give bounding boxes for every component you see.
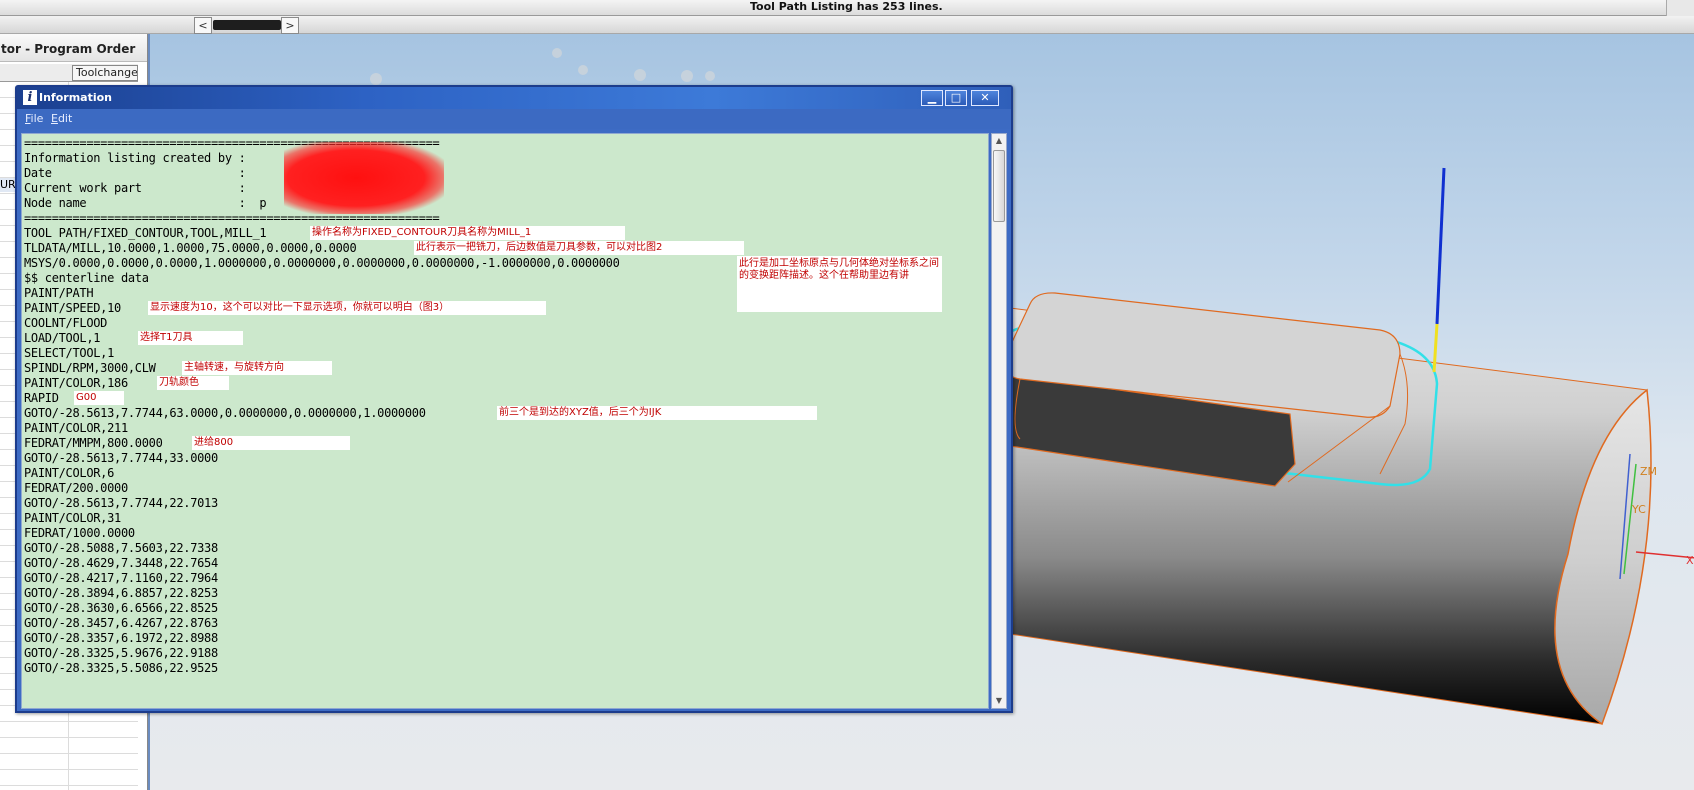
menu-edit[interactable]: Edit: [51, 112, 72, 125]
listing-line: Date :: [24, 166, 246, 180]
listing-scroll-thumb[interactable]: [993, 150, 1005, 222]
listing-line: PAINT/COLOR,31: [24, 511, 121, 525]
listing-line: PAINT/COLOR,6: [24, 466, 115, 480]
info-icon: i: [23, 90, 37, 105]
listing-line: GOTO/-28.5613,7.7744,63.0000,0.0000000,0…: [24, 406, 426, 420]
scroll-right-button[interactable]: >: [281, 17, 299, 34]
info-menubar: File Edit: [17, 109, 1011, 129]
navigator-title: tor - Program Order: [0, 34, 147, 62]
listing-line: Information listing created by :: [24, 151, 246, 165]
annotation-rapid: G00: [74, 391, 124, 405]
annotation-tool-data: 此行表示一把铣刀，后边数值是刀具参数，可以对比图2: [414, 241, 744, 255]
listing-line: GOTO/-28.3630,6.6566,22.8525: [24, 601, 218, 615]
listing-line: PAINT/COLOR,211: [24, 421, 128, 435]
horizontal-scrollbar[interactable]: < >: [0, 16, 1694, 34]
listing-line: SELECT/TOOL,1: [24, 346, 115, 360]
listing-line: $$ centerline data: [24, 271, 149, 285]
listing-line: GOTO/-28.3325,5.5086,22.9525: [24, 661, 218, 675]
navigator-column-header: Toolchange: [0, 64, 138, 82]
listing-line: GOTO/-28.5613,7.7744,22.7013: [24, 496, 218, 510]
listing-line: LOAD/TOOL,1: [24, 331, 101, 345]
scroll-thumb[interactable]: [213, 20, 281, 30]
zm-axis-label: ZM: [1640, 465, 1657, 478]
listing-line: FEDRAT/1000.0000: [24, 526, 135, 540]
listing-line: GOTO/-28.4217,7.1160,22.7964: [24, 571, 218, 585]
listing-line: COOLNT/FLOOD: [24, 316, 108, 330]
listing-line: GOTO/-28.5613,7.7744,33.0000: [24, 451, 218, 465]
scroll-up-arrow-icon[interactable]: ▲: [992, 134, 1006, 148]
z-axis-blue: [1435, 167, 1446, 325]
redaction-scribble: [284, 142, 444, 214]
listing-line: SPINDL/RPM,3000,CLW: [24, 361, 156, 375]
annotation-color: 刀轨颜色: [157, 376, 229, 390]
listing-line: GOTO/-28.5088,7.5603,22.7338: [24, 541, 218, 555]
status-corner-box: [1666, 0, 1694, 16]
close-button[interactable]: ✕: [971, 90, 999, 106]
listing-line: PAINT/SPEED,10: [24, 301, 121, 315]
annotation-select-tool: 选择T1刀具: [138, 331, 243, 345]
information-window[interactable]: i Information ▁ □ ✕ File Edit ==========…: [15, 85, 1013, 713]
listing-line: GOTO/-28.3457,6.4267,22.8763: [24, 616, 218, 630]
listing-line: TLDATA/MILL,10.0000,1.0000,75.0000,0.000…: [24, 241, 357, 255]
annotation-msys: 此行是加工坐标原点与几何体绝对坐标系之间的变换距阵描述。这个在帮助里边有讲: [737, 256, 942, 312]
annotation-feedrate: 进给800: [192, 436, 350, 450]
listing-line: PAINT/COLOR,186: [24, 376, 128, 390]
listing-vertical-scrollbar[interactable]: ▲ ▼: [991, 133, 1007, 709]
listing-line: Node name : p: [24, 196, 267, 210]
listing-line: MSYS/0.0000,0.0000,0.0000,1.0000000,0.00…: [24, 256, 620, 270]
listing-line: RAPID: [24, 391, 59, 405]
tool-path-listing[interactable]: ========================================…: [21, 133, 989, 709]
listing-line: GOTO/-28.3894,6.8857,22.8253: [24, 586, 218, 600]
listing-line: FEDRAT/200.0000: [24, 481, 128, 495]
listing-line: FEDRAT/MMPM,800.0000: [24, 436, 163, 450]
annotation-spindle: 主轴转速，与旋转方向: [182, 361, 332, 375]
info-window-title: Information: [39, 91, 112, 104]
status-text: Tool Path Listing has 253 lines.: [750, 0, 943, 13]
listing-line: Current work part :: [24, 181, 246, 195]
xm-axis-label: XM: [1686, 554, 1694, 567]
status-bar: Tool Path Listing has 253 lines.: [0, 0, 1694, 16]
menu-file[interactable]: File: [25, 112, 43, 125]
yc-axis-label: YC: [1631, 503, 1646, 516]
info-window-titlebar[interactable]: i Information ▁ □ ✕: [17, 87, 1011, 109]
listing-line: GOTO/-28.4629,7.3448,22.7654: [24, 556, 218, 570]
annotation-goto: 前三个是到达的XYZ值，后三个为IJK: [497, 406, 817, 420]
listing-line: PAINT/PATH: [24, 286, 94, 300]
scroll-down-arrow-icon[interactable]: ▼: [992, 694, 1006, 708]
annotation-operation-name: 操作名称为FIXED_CONTOUR刀具名称为MILL_1: [310, 226, 625, 240]
background-specks: [370, 48, 715, 85]
maximize-button[interactable]: □: [945, 90, 967, 106]
scroll-left-button[interactable]: <: [194, 17, 212, 34]
listing-line: GOTO/-28.3357,6.1972,22.8988: [24, 631, 218, 645]
minimize-button[interactable]: ▁: [921, 90, 943, 106]
listing-line: TOOL PATH/FIXED_CONTOUR,TOOL,MILL_1: [24, 226, 267, 240]
annotation-paint-speed: 显示速度为10，这个可以对比一下显示选项，你就可以明白（图3）: [148, 301, 546, 315]
listing-line: GOTO/-28.3325,5.9676,22.9188: [24, 646, 218, 660]
column-header-toolchange[interactable]: Toolchange: [72, 65, 138, 81]
